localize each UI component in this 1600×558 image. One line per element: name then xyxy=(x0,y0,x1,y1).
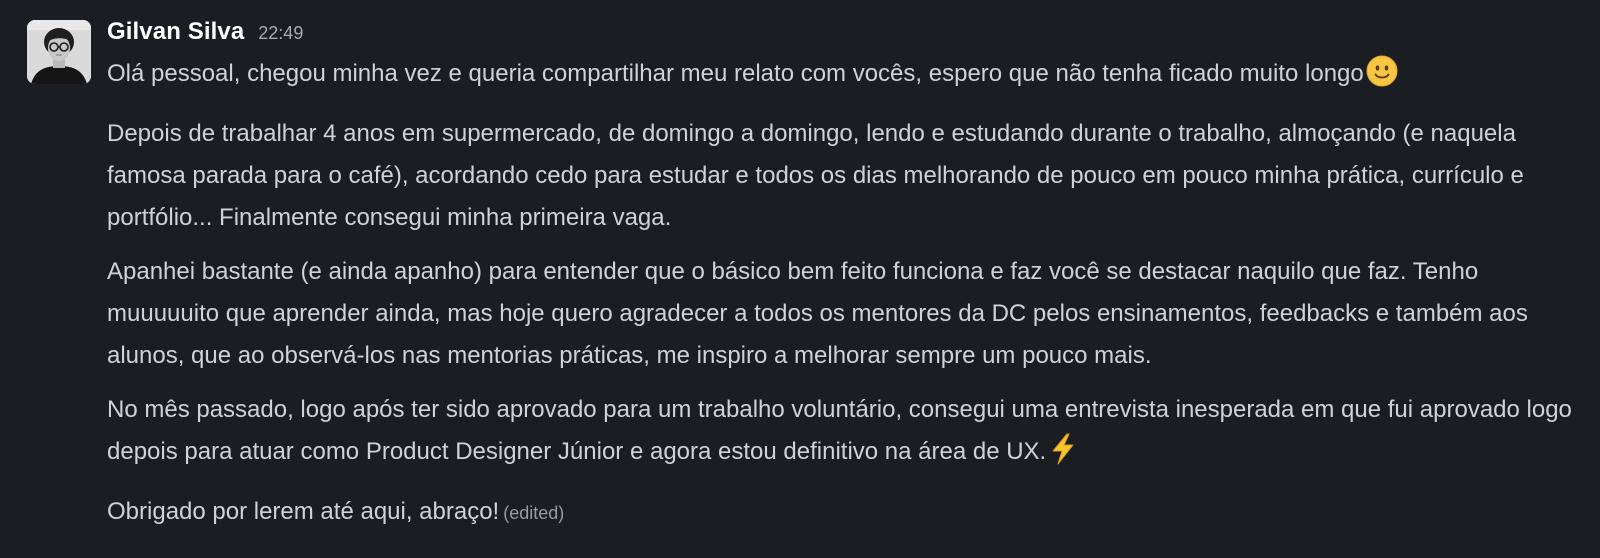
message-paragraph: No mês passado, logo após ter sido aprov… xyxy=(107,389,1577,479)
high-voltage-icon xyxy=(1048,433,1078,479)
author-name[interactable]: Gilvan Silva xyxy=(107,18,244,46)
paragraph-text: Obrigado por lerem até aqui, abraço! xyxy=(107,498,500,525)
timestamp[interactable]: 22:49 xyxy=(258,23,303,44)
message-paragraph: Depois de trabalhar 4 anos em supermerca… xyxy=(107,120,1524,231)
message-paragraph: Apanhei bastante (e ainda apanho) para e… xyxy=(107,258,1528,369)
slightly-smiling-face-icon xyxy=(1366,55,1398,101)
paragraph-text: Olá pessoal, chegou minha vez e queria c… xyxy=(107,60,1364,87)
edited-label: (edited) xyxy=(503,503,565,523)
message-content: Gilvan Silva 22:49 Olá pessoal, chegou m… xyxy=(107,18,1577,546)
paragraph-text: No mês passado, logo após ter sido aprov… xyxy=(107,396,1572,465)
message-paragraph: Obrigado por lerem até aqui, abraço! (edi… xyxy=(107,491,1577,534)
message-paragraph: Olá pessoal, chegou minha vez e queria c… xyxy=(107,53,1577,101)
avatar[interactable] xyxy=(27,20,91,84)
avatar-image xyxy=(27,20,91,84)
message-header: Gilvan Silva 22:49 xyxy=(107,18,1577,56)
message: Gilvan Silva 22:49 Olá pessoal, chegou m… xyxy=(0,0,1600,558)
